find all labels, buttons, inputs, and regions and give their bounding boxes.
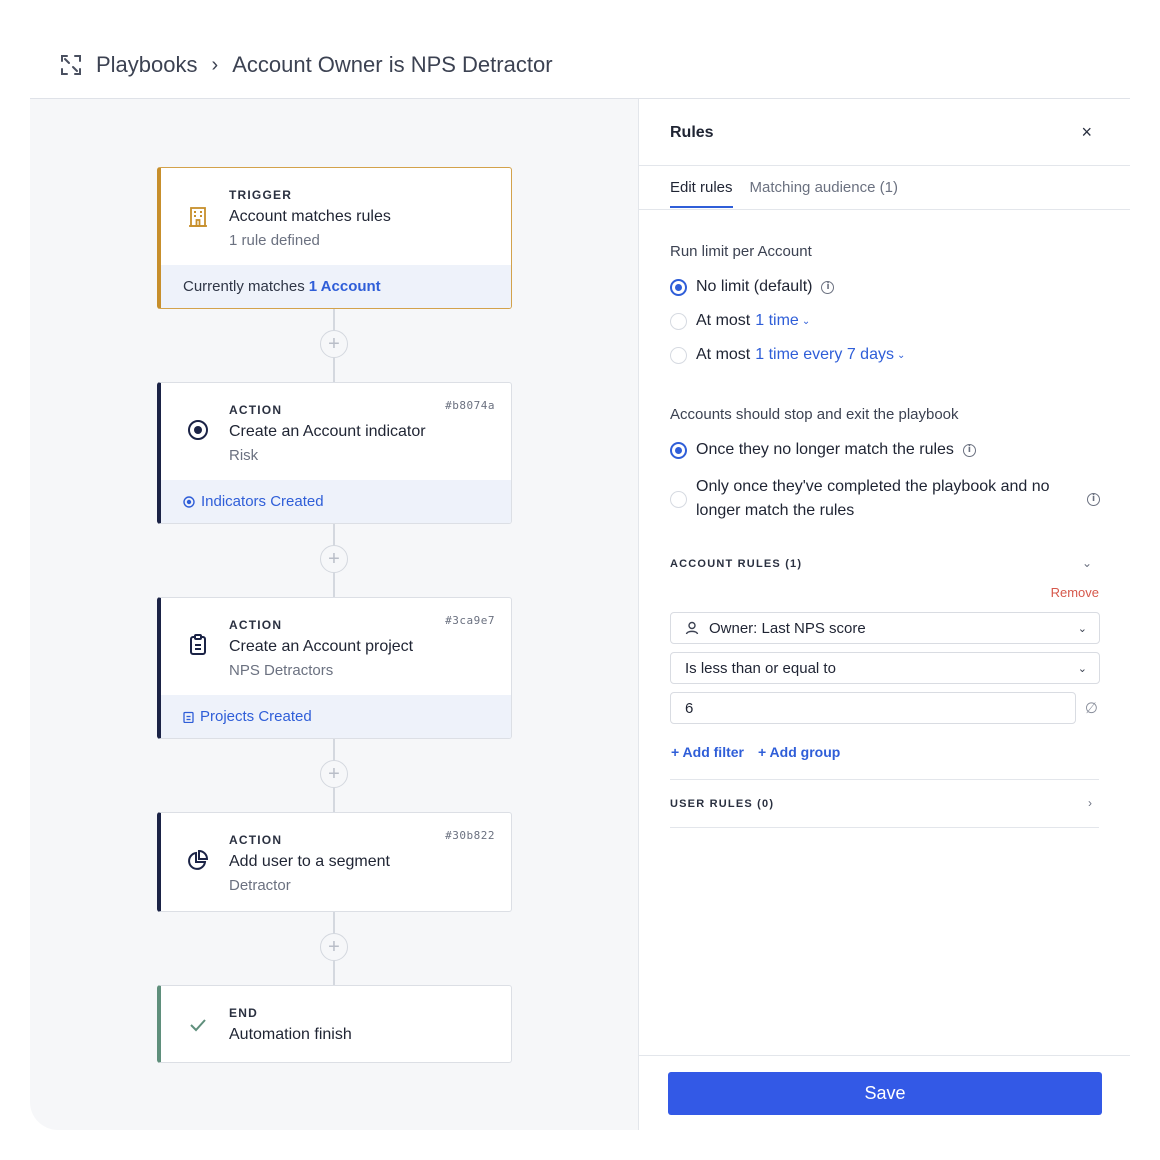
radio[interactable] <box>670 312 687 330</box>
node-title: Create an Account indicator <box>229 423 426 440</box>
option-label: At most <box>696 346 751 363</box>
footer-label: Indicators Created <box>201 493 324 510</box>
node-subtitle: NPS Detractors <box>229 662 334 679</box>
node-subtitle: 1 rule defined <box>229 232 320 249</box>
node-subtitle: Risk <box>229 447 259 464</box>
action-node-segment[interactable]: #30b822 ACTION Add user to a segment Det… <box>157 812 512 912</box>
add-links: + Add filter + Add group <box>671 744 840 760</box>
save-button[interactable]: Save <box>668 1072 1102 1115</box>
plus-icon: + <box>328 548 340 570</box>
node-subtitle: Detractor <box>229 877 291 894</box>
indicators-created-link[interactable]: Indicators Created <box>161 480 511 523</box>
match-prefix: Currently matches <box>183 278 305 295</box>
node-title: Create an Account project <box>229 638 414 655</box>
exit-label: Accounts should stop and exit the playbo… <box>670 406 959 423</box>
node-kind: TRIGGER <box>229 188 293 202</box>
property-select[interactable]: Owner: Last NPS score ⌄ <box>670 612 1100 644</box>
divider <box>639 209 1130 210</box>
node-title: Add user to a segment <box>229 853 390 870</box>
node-kind: ACTION <box>229 618 283 632</box>
page-title: Account Owner is NPS Detractor <box>232 52 553 77</box>
trigger-node[interactable]: TRIGGER Account matches rules 1 rule def… <box>157 167 512 309</box>
input-value: 6 <box>685 699 694 717</box>
operator-value: Is less than or equal to <box>685 659 836 677</box>
exit-option-no-longer-match[interactable]: Once they no longer match the rules i <box>670 441 976 459</box>
user-rules-header[interactable]: USER RULES (0) <box>670 798 774 810</box>
plus-icon: + <box>328 763 340 785</box>
action-node-project[interactable]: #3ca9e7 ACTION Create an Account project… <box>157 597 512 739</box>
run-limit-option-no-limit[interactable]: No limit (default) i <box>670 278 835 296</box>
option-label-line1: Only once they've completed the playbook… <box>696 478 1050 495</box>
playbook-icon <box>61 55 81 75</box>
chevron-down-icon: ⌄ <box>1077 662 1087 675</box>
node-kind: ACTION <box>229 833 283 847</box>
option-label: Only once they've completed the playbook… <box>696 475 1050 523</box>
add-step-button[interactable]: + <box>320 933 348 961</box>
info-icon[interactable]: i <box>962 443 976 457</box>
tab-matching-audience[interactable]: Matching audience (1) <box>750 179 898 208</box>
action-node-indicator[interactable]: #b8074a ACTION Create an Account indicat… <box>157 382 512 524</box>
chevron-down-icon: ⌄ <box>896 349 906 361</box>
option-label: No limit (default) <box>696 278 813 295</box>
property-value: Owner: Last NPS score <box>709 619 866 637</box>
run-limit-option-at-most[interactable]: At most 1 time ⌄ <box>670 312 810 330</box>
breadcrumb: Playbooks › Account Owner is NPS Detract… <box>58 50 553 80</box>
close-icon[interactable]: × <box>1081 122 1092 143</box>
footer-label: Projects Created <box>200 708 312 725</box>
chevron-down-icon: ⌄ <box>801 315 811 327</box>
times-dropdown[interactable]: 1 time <box>755 312 799 330</box>
divider <box>670 827 1099 828</box>
node-title: Automation finish <box>229 1026 352 1043</box>
panel-title: Rules <box>670 124 714 141</box>
add-group-button[interactable]: + Add group <box>758 744 840 760</box>
radio[interactable] <box>670 346 687 364</box>
add-filter-button[interactable]: + Add filter <box>671 744 744 760</box>
plus-icon: + <box>328 936 340 958</box>
null-icon[interactable]: ∅ <box>1085 699 1098 717</box>
option-label-line2: longer match the rules <box>696 502 855 519</box>
matching-accounts-link[interactable]: 1 Account <box>309 278 381 295</box>
divider <box>639 1055 1130 1056</box>
end-node[interactable]: END Automation finish <box>157 985 512 1063</box>
exit-option-completed[interactable]: Only once they've completed the playbook… <box>670 475 1100 523</box>
chevron-down-icon: ⌄ <box>1077 622 1087 635</box>
frequency-dropdown[interactable]: 1 time every 7 days <box>755 346 894 364</box>
add-step-button[interactable]: + <box>320 545 348 573</box>
divider <box>639 165 1130 166</box>
option-label: At most <box>696 312 751 329</box>
node-kind: END <box>229 1006 258 1020</box>
run-limit-label: Run limit per Account <box>670 243 812 260</box>
chevron-down-icon[interactable]: ⌄ <box>1082 556 1092 570</box>
account-rules-header[interactable]: ACCOUNT RULES (1) <box>670 558 802 570</box>
radio-selected[interactable] <box>670 278 687 296</box>
radio[interactable] <box>670 490 687 508</box>
operator-select[interactable]: Is less than or equal to ⌄ <box>670 652 1100 684</box>
trigger-match-summary: Currently matches 1 Account <box>161 265 511 308</box>
run-limit-option-at-most-period[interactable]: At most 1 time every 7 days ⌄ <box>670 346 905 364</box>
tab-bar: Edit rules Matching audience (1) <box>670 179 898 208</box>
radio-selected[interactable] <box>670 441 687 459</box>
add-step-button[interactable]: + <box>320 760 348 788</box>
rules-panel: Rules × Edit rules Matching audience (1)… <box>638 99 1130 1130</box>
target-icon <box>183 495 195 508</box>
info-icon[interactable]: i <box>1087 492 1100 506</box>
node-title: Account matches rules <box>229 208 391 225</box>
option-label: Once they no longer match the rules <box>696 441 954 458</box>
breadcrumb-separator: › <box>211 53 219 76</box>
user-icon <box>685 621 699 635</box>
clipboard-icon <box>183 711 194 723</box>
chevron-right-icon[interactable]: › <box>1088 796 1092 810</box>
remove-rule-button[interactable]: Remove <box>1051 585 1099 600</box>
divider <box>670 779 1099 780</box>
tab-edit-rules[interactable]: Edit rules <box>670 179 733 208</box>
node-kind: ACTION <box>229 403 283 417</box>
plus-icon: + <box>328 333 340 355</box>
info-icon[interactable]: i <box>821 280 835 294</box>
flow-canvas: TRIGGER Account matches rules 1 rule def… <box>30 99 638 1130</box>
breadcrumb-playbooks[interactable]: Playbooks <box>96 52 198 78</box>
value-input[interactable]: 6 <box>670 692 1076 724</box>
add-step-button[interactable]: + <box>320 330 348 358</box>
projects-created-link[interactable]: Projects Created <box>161 695 511 738</box>
